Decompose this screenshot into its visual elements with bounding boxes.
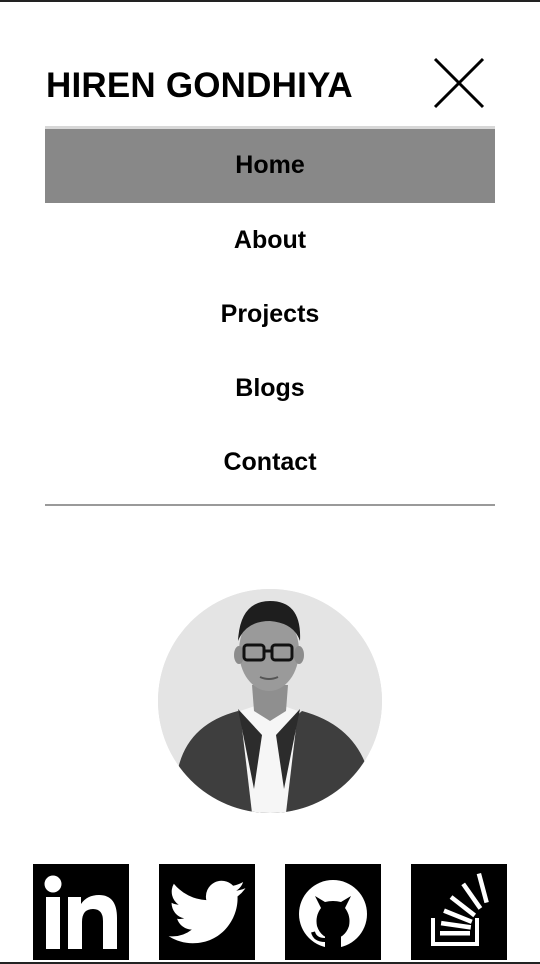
stackoverflow-link[interactable] — [411, 864, 507, 960]
profile-avatar — [158, 589, 382, 813]
site-title[interactable]: HIREN GONDHIYA — [46, 66, 353, 106]
twitter-link[interactable] — [159, 864, 255, 960]
close-icon — [433, 57, 485, 109]
nav-item-blogs[interactable]: Blogs — [45, 351, 495, 425]
nav-item-home[interactable]: Home — [45, 129, 495, 203]
nav-item-contact[interactable]: Contact — [45, 425, 495, 499]
close-menu-button[interactable] — [432, 56, 486, 110]
linkedin-link[interactable] — [33, 864, 129, 960]
profile-photo — [158, 589, 382, 813]
nav-item-projects[interactable]: Projects — [45, 277, 495, 351]
top-border — [0, 0, 540, 2]
linkedin-icon — [44, 875, 117, 949]
github-link[interactable] — [285, 864, 381, 960]
stackoverflow-icon — [431, 872, 489, 946]
nav-menu: Home About Projects Blogs Contact — [45, 129, 495, 499]
menu-divider-bottom — [45, 504, 495, 506]
nav-item-about[interactable]: About — [45, 203, 495, 277]
twitter-icon — [168, 880, 246, 944]
github-icon — [285, 880, 381, 960]
